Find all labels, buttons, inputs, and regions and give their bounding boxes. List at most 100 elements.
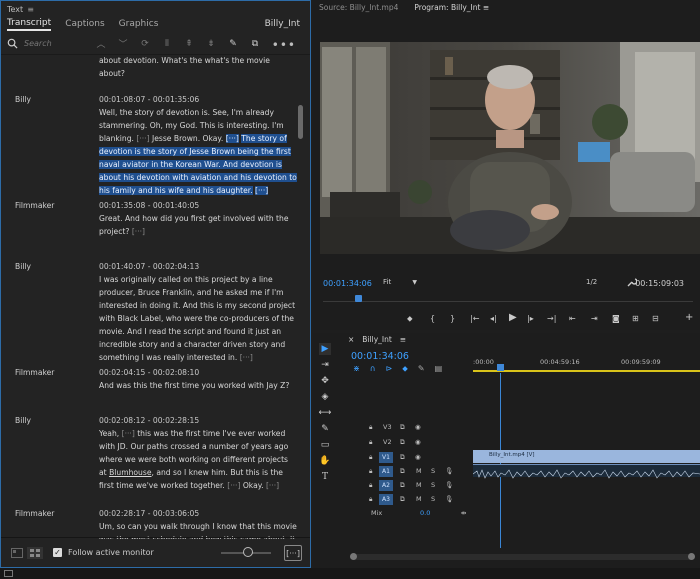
speaker-label[interactable]: Billy (15, 260, 31, 273)
step-back-icon[interactable]: ◂| (490, 314, 497, 323)
segment-text[interactable]: I was originally called on this project … (99, 273, 297, 364)
step-forward-icon[interactable]: |▸ (527, 314, 534, 323)
play-icon[interactable]: ▶ (509, 312, 517, 323)
caption-track-icon[interactable]: ▤ (435, 364, 443, 374)
lock-icon[interactable]: 🔒︎ (369, 453, 372, 462)
panel-menu-icon[interactable]: ≡ (27, 5, 34, 14)
speaker-label[interactable]: Billy (15, 414, 31, 427)
gap-marker[interactable]: [···] (266, 481, 279, 490)
follow-monitor-checkbox[interactable]: ✓ (53, 548, 62, 557)
proxy-toggle-icon[interactable]: ⊟ (652, 314, 659, 323)
refresh-icon[interactable]: ⟳ (139, 38, 151, 50)
merge-down-icon[interactable]: ⇟ (205, 38, 217, 50)
sync-lock-icon[interactable]: ⧉ (400, 453, 405, 462)
sync-lock-icon[interactable]: ⧉ (400, 495, 405, 504)
razor-tool-icon[interactable]: ◈ (319, 391, 331, 403)
search-icon[interactable] (7, 38, 18, 49)
nest-icon[interactable]: ⋇ (353, 364, 360, 374)
speaker-label[interactable]: Filmmaker (15, 507, 54, 520)
microphone-icon[interactable]: 🎙︎ (445, 481, 453, 489)
segment-text[interactable]: And was this the first time you worked w… (99, 379, 297, 392)
playhead-timecode[interactable]: 00:01:34:06 (323, 279, 372, 288)
grid-view-icon[interactable] (27, 546, 43, 559)
monitor-time-ruler[interactable] (323, 294, 693, 302)
video-clip[interactable]: Billy_Int.mp4 [V] (473, 450, 700, 463)
tab-graphics[interactable]: Graphics (119, 19, 159, 29)
sequence-close-icon[interactable]: × (348, 335, 354, 344)
track-label[interactable]: A3 (379, 494, 393, 505)
tab-transcript[interactable]: Transcript (7, 18, 52, 31)
eye-icon[interactable]: ◉ (415, 423, 421, 431)
timeline-settings-icon[interactable]: ✎ (418, 364, 425, 374)
hand-tool-icon[interactable]: ✋ (319, 455, 331, 467)
timeline-horizontal-scrollbar[interactable] (350, 553, 695, 560)
microphone-icon[interactable]: 🎙︎ (445, 495, 453, 503)
mute-button[interactable]: M (416, 495, 422, 503)
solo-button[interactable]: S (431, 467, 435, 475)
sync-lock-icon[interactable]: ⧉ (400, 467, 405, 476)
search-input[interactable] (24, 39, 84, 48)
solo-button[interactable]: S (431, 495, 435, 503)
mix-volume-value[interactable]: 0.0 (420, 509, 430, 517)
tab-source-monitor[interactable]: Source: Billy_Int.mp4 (319, 3, 398, 14)
microphone-icon[interactable]: 🎙︎ (445, 467, 453, 475)
gap-marker[interactable]: [···] (136, 134, 149, 143)
gap-marker[interactable]: [···] (240, 353, 253, 362)
lock-icon[interactable]: 🔒︎ (369, 438, 372, 447)
add-marker-icon[interactable]: ⬥ (402, 364, 408, 374)
sync-lock-icon[interactable]: ⧉ (400, 438, 405, 447)
zoom-select[interactable]: Fit ▼ (383, 278, 417, 288)
selection-tool-icon[interactable]: ▶ (319, 343, 331, 355)
extract-icon[interactable]: ⇥ (591, 314, 598, 323)
mix-expand-icon[interactable]: ⇹ (461, 509, 466, 517)
status-icon[interactable] (4, 570, 13, 577)
merge-up-icon[interactable]: ⇞ (183, 38, 195, 50)
solo-button[interactable]: S (431, 481, 435, 489)
lock-icon[interactable]: 🔒︎ (369, 495, 372, 504)
chevron-down-icon[interactable]: ﹀ (117, 38, 129, 50)
speakers-icon[interactable]: ⧉ (249, 38, 261, 50)
audio-clip[interactable] (472, 464, 700, 479)
timeline-ruler[interactable]: :00:00 00:04:59:16 00:09:59:09 (473, 355, 700, 373)
pen-tool-icon[interactable]: ✎ (319, 423, 331, 435)
lock-icon[interactable]: 🔒︎ (369, 423, 372, 432)
linked-selection-icon[interactable]: ⊳ (386, 364, 393, 374)
sync-lock-icon[interactable]: ⧉ (400, 481, 405, 490)
pencil-icon[interactable]: ✎ (227, 38, 239, 50)
more-options-icon[interactable]: ••• (272, 38, 296, 52)
scrollbar-handle-right[interactable] (688, 553, 695, 560)
link-text[interactable]: Blumhouse (109, 468, 151, 477)
insert-gap-button[interactable]: [···] (284, 545, 302, 561)
segment-text[interactable]: Great. And how did you first get involve… (99, 212, 297, 238)
scrollbar-handle-left[interactable] (350, 553, 357, 560)
sequence-menu-icon[interactable]: ≡ (400, 335, 406, 344)
gap-marker[interactable]: [···] (122, 429, 135, 438)
resolution-select[interactable]: 1/2 (586, 278, 606, 286)
split-segment-icon[interactable]: ⦀ (161, 38, 173, 50)
track-label[interactable]: V2 (383, 438, 392, 446)
ripple-edit-tool-icon[interactable]: ✥ (319, 375, 331, 387)
lift-icon[interactable]: ⇤ (569, 314, 576, 323)
tab-program-monitor[interactable]: Program: Billy_Int ≡ (414, 3, 489, 14)
go-to-out-icon[interactable]: →| (547, 314, 556, 323)
mute-button[interactable]: M (416, 467, 422, 475)
monitor-playhead[interactable] (355, 295, 362, 302)
track-label[interactable]: A2 (379, 480, 393, 491)
speaker-label[interactable]: Filmmaker (15, 199, 54, 212)
export-frame-icon[interactable]: ◙ (612, 314, 620, 323)
thumbnail-view-icon[interactable] (9, 547, 25, 559)
segment-text[interactable]: Well, the story of devotion is. See, I'm… (99, 106, 297, 197)
program-menu-icon[interactable]: ≡ (483, 3, 489, 12)
go-to-in-icon[interactable]: |← (470, 314, 479, 323)
timeline-timecode[interactable]: 00:01:34:06 (351, 351, 409, 362)
eye-icon[interactable]: ◉ (415, 438, 421, 446)
comparison-view-icon[interactable]: ⊞ (632, 314, 639, 323)
work-area-bar[interactable] (473, 370, 700, 372)
segment-text[interactable]: Yeah, [···] this was the first time I've… (99, 427, 297, 492)
rectangle-tool-icon[interactable]: ▭ (319, 439, 331, 451)
snap-icon[interactable]: ∩ (370, 364, 376, 374)
timeline-playhead-handle[interactable] (497, 364, 504, 371)
eye-icon[interactable]: ◉ (415, 453, 421, 461)
add-button-icon[interactable]: + (685, 312, 693, 323)
speaker-label[interactable]: Billy (15, 93, 31, 106)
